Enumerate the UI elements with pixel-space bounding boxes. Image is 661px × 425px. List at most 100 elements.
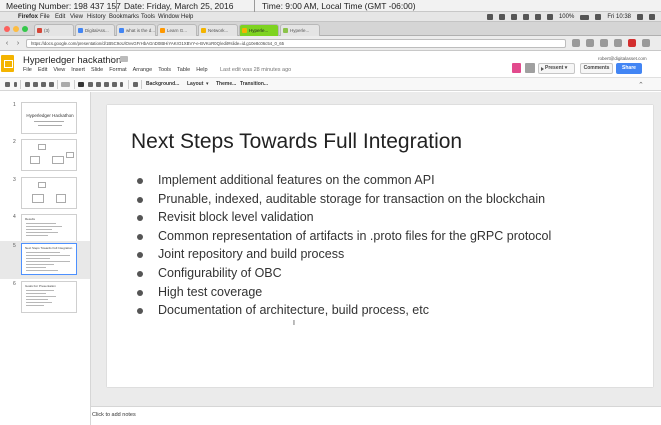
- theme-button[interactable]: Theme...: [216, 81, 236, 87]
- present-button[interactable]: Present ▾: [538, 63, 575, 74]
- browser-tab-active[interactable]: Hyperle...: [239, 24, 279, 36]
- print-icon[interactable]: [25, 82, 30, 87]
- menu-view[interactable]: View: [70, 12, 83, 22]
- slides-logo-icon[interactable]: [1, 55, 14, 72]
- bullet-item[interactable]: Joint repository and build process: [137, 245, 551, 264]
- address-bar[interactable]: https://docs.google.com/presentation/d/1…: [26, 39, 566, 48]
- menu-file[interactable]: File: [23, 67, 32, 73]
- bookmark-icon[interactable]: [572, 39, 580, 47]
- battery-level[interactable]: 100%: [559, 12, 574, 22]
- collapse-toolbar-icon[interactable]: ⌃: [638, 81, 644, 89]
- account-email[interactable]: robert@digitalasset.com: [598, 56, 647, 61]
- menu-table[interactable]: Table: [177, 67, 190, 73]
- menu-tools[interactable]: Tools: [158, 67, 171, 73]
- menu-history[interactable]: History: [87, 12, 106, 22]
- browser-tab[interactable]: what is the d...: [116, 24, 156, 36]
- last-edit-status[interactable]: Last edit was 28 minutes ago: [220, 67, 291, 73]
- slide-title[interactable]: Next Steps Towards Full Integration: [131, 130, 462, 154]
- wifi-icon[interactable]: [534, 14, 541, 20]
- bullet-item[interactable]: Common representation of artifacts in .p…: [137, 227, 551, 246]
- chat-icon[interactable]: [525, 63, 535, 73]
- search-icon[interactable]: [637, 14, 643, 20]
- slide-thumbnail[interactable]: 3: [0, 175, 90, 213]
- zoom-window-icon[interactable]: [22, 26, 28, 32]
- notification-icon[interactable]: [649, 14, 655, 20]
- back-icon[interactable]: ‹: [3, 40, 11, 48]
- bullet-item[interactable]: Configurability of OBC: [137, 264, 551, 283]
- slide-bullet-list[interactable]: Implement additional features on the com…: [137, 171, 551, 320]
- dropbox-icon[interactable]: [486, 14, 493, 20]
- speaker-notes[interactable]: Click to add notes: [91, 406, 661, 425]
- text-box-icon[interactable]: [88, 82, 93, 87]
- browser-tab[interactable]: (3): [34, 24, 74, 36]
- home-icon[interactable]: [600, 39, 608, 47]
- battery-icon[interactable]: [580, 14, 590, 20]
- menu-help[interactable]: Help: [196, 67, 207, 73]
- paint-format-icon[interactable]: [49, 82, 54, 87]
- shape-icon[interactable]: [104, 82, 109, 87]
- menu-edit[interactable]: Edit: [55, 12, 65, 22]
- menu-format[interactable]: Format: [109, 67, 126, 73]
- transition-button[interactable]: Transition...: [240, 81, 268, 87]
- bullet-item[interactable]: Prunable, indexed, auditable storage for…: [137, 190, 551, 209]
- menu-bookmarks[interactable]: Bookmarks: [109, 12, 139, 22]
- pocket-icon[interactable]: [614, 39, 622, 47]
- comments-button[interactable]: Comments: [580, 63, 613, 74]
- new-slide-icon[interactable]: [5, 82, 10, 87]
- current-slide[interactable]: Next Steps Towards Full Integration Impl…: [107, 105, 653, 387]
- folder-icon[interactable]: [120, 56, 128, 62]
- layout-button[interactable]: Layout: [187, 81, 203, 87]
- undo-icon[interactable]: [33, 82, 38, 87]
- menu-edit[interactable]: Edit: [38, 67, 47, 73]
- menu-arrange[interactable]: Arrange: [133, 67, 153, 73]
- volume-icon[interactable]: [546, 14, 553, 20]
- close-window-icon[interactable]: [4, 26, 10, 32]
- timemachine-icon[interactable]: [510, 14, 517, 20]
- menu-file[interactable]: File: [40, 12, 50, 22]
- notes-placeholder[interactable]: Click to add notes: [92, 412, 136, 418]
- browser-tab[interactable]: Learn G...: [157, 24, 197, 36]
- comment-history-icon[interactable]: [512, 63, 521, 73]
- bullet-item[interactable]: Implement additional features on the com…: [137, 171, 551, 190]
- menu-help[interactable]: Help: [181, 12, 193, 22]
- bullet-item[interactable]: High test coverage: [137, 283, 551, 302]
- minimize-window-icon[interactable]: [13, 26, 19, 32]
- zoom-select-icon[interactable]: [61, 82, 70, 87]
- bullet-item[interactable]: Documentation of architecture, build pro…: [137, 301, 551, 320]
- browser-tab[interactable]: DigitalAss...: [75, 24, 115, 36]
- background-button[interactable]: Background...: [146, 81, 179, 87]
- menu-window[interactable]: Window: [158, 12, 179, 22]
- slide-thumbnail[interactable]: 2: [0, 137, 90, 175]
- menu-tools[interactable]: Tools: [141, 12, 155, 22]
- forward-icon[interactable]: ›: [14, 40, 22, 48]
- menu-view[interactable]: View: [53, 67, 65, 73]
- slide-thumbnail[interactable]: 6 Goals For Presentation: [0, 279, 90, 317]
- image-icon[interactable]: [96, 82, 101, 87]
- slide-thumbnail[interactable]: 1 Hyperledger Hackathon: [0, 100, 90, 138]
- layout-dropdown-icon[interactable]: ▾: [206, 81, 209, 87]
- bullet-item[interactable]: Revisit block level validation: [137, 208, 551, 227]
- slide-thumbnail-selected[interactable]: 5 Next Steps Towards Full Integration: [0, 241, 90, 279]
- redo-icon[interactable]: [41, 82, 46, 87]
- browser-tab[interactable]: Hyperle...: [280, 24, 320, 36]
- flag-icon[interactable]: [595, 14, 602, 20]
- star-icon[interactable]: ☆: [108, 55, 115, 64]
- browser-tab[interactable]: Network...: [198, 24, 238, 36]
- bluetooth-icon[interactable]: [522, 14, 529, 20]
- slides-icon: [201, 28, 206, 33]
- line-icon[interactable]: [112, 82, 117, 87]
- new-slide-dropdown-icon[interactable]: [14, 82, 17, 87]
- share-button[interactable]: Share: [616, 63, 642, 74]
- comment-icon[interactable]: [133, 82, 138, 87]
- clock[interactable]: Fri 10:38: [607, 12, 631, 22]
- menu-slide[interactable]: Slide: [91, 67, 103, 73]
- webex-icon[interactable]: [498, 14, 505, 20]
- adblock-icon[interactable]: [628, 39, 636, 47]
- menu-icon[interactable]: [642, 39, 650, 47]
- select-cursor-icon[interactable]: [78, 82, 84, 87]
- document-title[interactable]: Hyperledger hackathon: [23, 55, 121, 66]
- menu-insert[interactable]: Insert: [71, 67, 85, 73]
- line-dropdown-icon[interactable]: [120, 82, 123, 87]
- download-icon[interactable]: [586, 39, 594, 47]
- menu-firefox[interactable]: Firefox: [18, 12, 38, 22]
